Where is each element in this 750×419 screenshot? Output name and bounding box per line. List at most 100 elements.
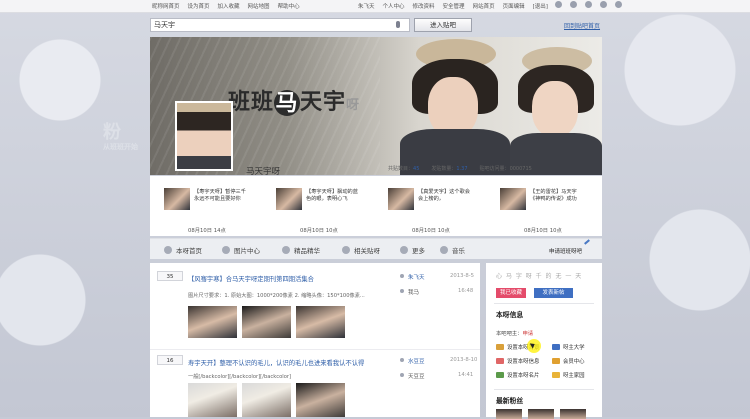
fan-avatar[interactable] [496,409,522,419]
reply-time: 16:48 [458,288,474,294]
stat-post-count: 发贴数量：1.37 [431,166,468,172]
new-post-button[interactable]: 发表新帖 [534,288,573,298]
author-icon [400,274,404,278]
image-icon [222,246,230,254]
nav-link-help[interactable]: 帮助中心 [278,2,300,10]
fan-watermark: 粉 从班班开始 [103,122,138,151]
tool-owner-university[interactable]: 呀主大学 [552,343,585,351]
post-photo[interactable] [296,383,345,417]
bar-tabs: 本呀首页 图片中心 精品精华 相关贴呀 更多 音乐 申请班班呀吧 [150,238,602,259]
post-excerpt: 一般[/backcolor][/backcolor][/backcolor] [188,374,292,380]
house-icon [552,372,560,378]
bar-owner: 本吧吧主：申请 [496,331,534,337]
fan-avatar[interactable] [528,409,554,419]
qq-icon[interactable] [570,1,577,8]
reply-icon [400,289,404,293]
stat-posts: 共贴数目：45 [388,166,420,172]
post-author[interactable]: 水豆豆 [408,357,425,365]
music-icon [440,246,448,254]
bar-avatar[interactable] [175,101,233,171]
feed-thumbnail[interactable] [276,188,302,210]
nav-link-site-home[interactable]: 网站首页 [473,2,495,10]
stat-visits: 贴吧访问量：0000715 [479,166,532,172]
nav-link-user[interactable]: 朱飞天 [358,2,375,10]
nav-link-personal-center[interactable]: 个人中心 [383,2,405,10]
paint-icon [496,344,504,350]
post-title[interactable]: 【风骞宇寒】合马天宇呀定期刊第四期活集合 [188,274,314,283]
tab-music[interactable]: 音乐 [440,245,465,255]
tab-bar-home[interactable]: 本呀首页 [164,245,202,255]
favorite-button[interactable]: 我已收藏 [496,288,526,298]
reply-count: 35 [157,271,183,281]
reply-time: 14:41 [458,372,474,378]
enter-bar-button[interactable]: 进入贴吧 [414,18,472,32]
nav-link-sitemap[interactable]: 网站地图 [248,2,270,10]
tab-related[interactable]: 相关贴呀 [342,245,380,255]
feed-item[interactable]: 【王的雷花】马天宇《神鸭的传说》成功 08月10日 10点 [486,184,586,236]
apply-bar-link[interactable]: 申请班班呀吧 [549,247,582,255]
nav-link-favorite[interactable]: 加入收藏 [218,2,240,10]
post-title[interactable]: 寿宇天开】整理不认识的毛儿，认识的毛儿也进来看我认不认得 [188,358,364,367]
last-replier[interactable]: 我马 [408,288,419,296]
nav-link-edit-profile[interactable]: 修改资料 [413,2,435,10]
new-fans-heading: 最新粉丝 [496,397,524,405]
tool-member-center[interactable]: 会员中心 [552,357,585,365]
post-photo[interactable] [242,306,291,338]
apply-owner-link[interactable]: 申请 [523,331,534,337]
home-icon [164,246,172,254]
tool-set-info[interactable]: 设置本呀信息 [496,357,539,365]
post-photo[interactable] [296,306,345,338]
nav-link-page-edit[interactable]: 页面编辑 [503,2,525,10]
feed-thumbnail[interactable] [164,188,190,210]
microphone-icon[interactable] [396,21,400,28]
more-icon [400,246,408,254]
post-photo[interactable] [188,383,237,417]
link-icon [342,246,350,254]
divider [494,389,594,390]
douban-icon[interactable] [615,1,622,8]
feed-item[interactable]: 【真爱天宇】这个歌会会上榜的， 08月10日 10点 [374,184,474,236]
search-input[interactable]: 马天宇 [150,18,410,32]
back-to-bar-home-link[interactable]: 回到贴吧首页 [564,21,600,30]
post-photo[interactable] [242,383,291,417]
side-panel: 心 马 字 呀 千 的 无 一 天 我已收藏 发表新帖 本呀信息 本吧吧主：申请… [486,263,602,419]
last-replier[interactable]: 天豆豆 [408,372,425,380]
kaixin-icon[interactable] [600,1,607,8]
renren-icon[interactable] [585,1,592,8]
nav-link-logout[interactable]: [退出] [533,2,548,10]
post-excerpt: 图片尺寸要求：1. 原始大图：1000*200像素 2. 缩略头像：150*10… [188,293,365,299]
nav-link-security[interactable]: 安全管理 [443,2,465,10]
new-fans-list [496,409,586,419]
info-heading: 本呀信息 [496,311,524,319]
card-icon [496,372,504,378]
post-list: 35 【风骞宇寒】合马天宇呀定期刊第四期活集合 图片尺寸要求：1. 原始大图：1… [150,263,480,417]
nav-link-home[interactable]: 昵称网首页 [152,2,180,10]
bar-slogan: 心 马 字 呀 千 的 无 一 天 [496,273,583,280]
pen-icon[interactable] [584,239,590,245]
tab-featured[interactable]: 精品精华 [282,245,320,255]
feed-thumbnail[interactable] [388,188,414,210]
post-photo[interactable] [188,306,237,338]
divider [150,349,480,350]
top-nav: 昵称网首页 设为首页 加入收藏 网站地图 帮助中心 朱飞天 个人中心 修改资料 … [0,0,750,13]
tool-owner-home[interactable]: 呀主家园 [552,371,585,379]
divider [494,303,594,304]
post-author[interactable]: 朱飞天 [408,273,425,281]
reply-count: 16 [157,355,183,365]
info-icon [496,358,504,364]
tab-more[interactable]: 更多 [400,245,425,255]
nav-link-set-home[interactable]: 设为首页 [188,2,210,10]
post-date: 2013-8-10 [450,357,478,363]
banner-title: 班班马天宇呀 [228,89,361,116]
feed-thumbnail[interactable] [500,188,526,210]
weibo-icon[interactable] [555,1,562,8]
tool-set-card[interactable]: 设置本呀名片 [496,371,539,379]
star-icon [282,246,290,254]
fan-avatar[interactable] [560,409,586,419]
bar-stats: 共贴数目：45 发贴数量：1.37 贴吧访问量：0000715 [388,165,532,172]
feed-item[interactable]: 【寿宇天呀】飘动的蓝色的眼，表明心飞 08月10日 10点 [262,184,362,236]
tab-images[interactable]: 图片中心 [222,245,260,255]
reply-icon [400,373,404,377]
feed-item[interactable]: 【寿宇天呀】暂停三千永远不可能且要好你 08月10日 14点 [150,184,250,236]
member-icon [552,358,560,364]
